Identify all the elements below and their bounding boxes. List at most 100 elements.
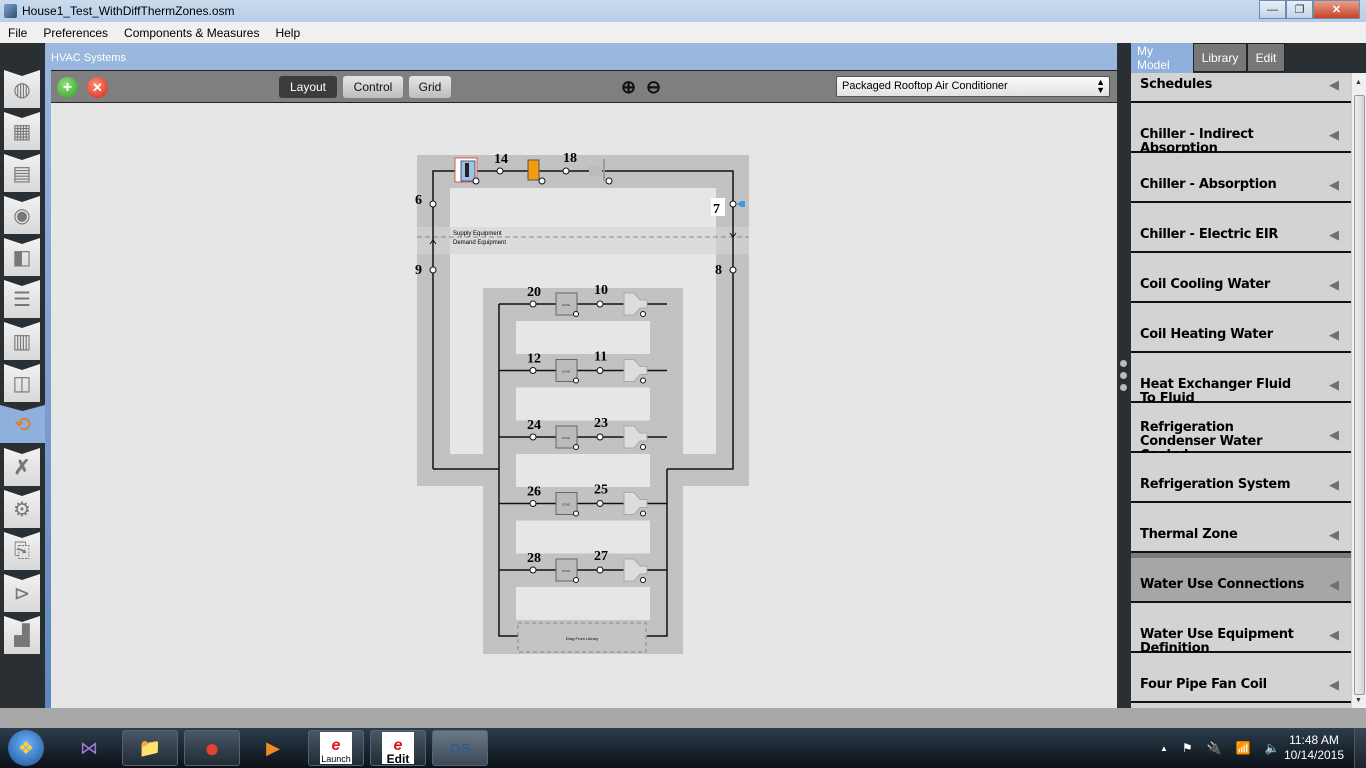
add-system-button[interactable]: + (57, 77, 78, 98)
system-select[interactable]: Packaged Rooftop Air Conditioner ▲ ▼ (836, 76, 1110, 97)
nav-variables[interactable]: ✗ (4, 448, 40, 486)
library-item[interactable]: Heat Exchanger Fluid To Fluid ◀ (1131, 353, 1351, 406)
node-27[interactable] (596, 566, 604, 574)
restore-button[interactable]: ❐ (1286, 0, 1313, 19)
system-clock[interactable]: 11:48 AM 10/14/2015 (1282, 733, 1346, 763)
library-item[interactable]: Coil Cooling Water ◀ (1131, 253, 1351, 303)
node-10[interactable] (596, 300, 604, 308)
nav-space-types[interactable]: ◧ (4, 238, 40, 276)
taskbar-openstudio[interactable]: OS (432, 730, 488, 766)
expand-arrow-icon[interactable]: ◀ (1329, 277, 1339, 293)
library-item[interactable]: Four Pipe Fan Coil ◀ (1131, 653, 1351, 703)
layout-view-button[interactable]: Layout (279, 76, 337, 98)
expand-arrow-icon[interactable]: ◀ (1329, 77, 1339, 93)
expand-arrow-icon[interactable]: ◀ (1329, 227, 1339, 243)
node-8[interactable] (729, 266, 737, 274)
expand-arrow-icon[interactable]: ◀ (1329, 327, 1339, 343)
remove-component-icon[interactable] (573, 377, 579, 384)
grid-view-button[interactable]: Grid (409, 76, 451, 98)
node-14[interactable] (496, 167, 504, 175)
library-item[interactable]: Chiller - Indirect Absorption ◀ (1131, 103, 1351, 156)
node-25[interactable] (596, 500, 604, 507)
expand-arrow-icon[interactable]: ◀ (1329, 527, 1339, 543)
remove-component-icon[interactable] (573, 311, 579, 317)
nav-hvac-systems[interactable]: ⟲ (0, 405, 45, 443)
remove-component-icon[interactable] (640, 577, 646, 583)
scroll-up-icon[interactable]: ▲ (1355, 79, 1362, 86)
scroll-down-icon[interactable]: ▼ (1355, 697, 1362, 704)
remove-component-icon[interactable] (573, 577, 579, 583)
close-button[interactable]: ✕ (1313, 0, 1360, 19)
heating-coil-icon[interactable] (527, 159, 540, 181)
node-6[interactable] (429, 200, 437, 208)
show-hidden-icons-button[interactable]: ▲ (1160, 744, 1168, 753)
nav-loads[interactable]: ◉ (4, 196, 40, 234)
remove-component-icon[interactable] (472, 177, 480, 185)
nav-geometry[interactable]: ☰ (4, 280, 40, 318)
expand-arrow-icon[interactable]: ◀ (1329, 127, 1339, 143)
taskbar-file-explorer[interactable]: 📁 (122, 730, 178, 766)
tab-edit[interactable]: Edit (1247, 43, 1285, 72)
vertical-scrollbar[interactable]: ▲ ▼ (1351, 73, 1366, 708)
outdoor-air-system-icon[interactable] (589, 166, 602, 176)
control-view-button[interactable]: Control (343, 76, 403, 98)
remove-component-icon[interactable] (640, 510, 646, 517)
node-20[interactable] (529, 300, 537, 308)
power-icon[interactable]: 🔌 (1207, 741, 1222, 755)
library-item[interactable]: Refrigeration System ◀ (1131, 453, 1351, 503)
expand-arrow-icon[interactable]: ◀ (1329, 427, 1339, 443)
library-item[interactable]: Water Use Equipment Definition ◀ (1131, 603, 1351, 656)
remove-component-icon[interactable] (573, 444, 579, 450)
taskbar-ep-launch[interactable]: e Launch (308, 730, 364, 766)
taskbar-media-player[interactable]: ▶ (245, 730, 301, 766)
node-24[interactable] (529, 433, 537, 441)
zoom-out-icon[interactable]: ⊖ (646, 77, 661, 98)
menu-file[interactable]: File (0, 26, 35, 40)
network-signal-icon[interactable]: 📶 (1236, 741, 1251, 755)
node-11[interactable] (596, 367, 604, 374)
library-item[interactable]: Coil Heating Water ◀ (1131, 303, 1351, 353)
node-12[interactable] (529, 367, 537, 374)
remove-component-icon[interactable] (605, 177, 613, 185)
menu-components-measures[interactable]: Components & Measures (116, 26, 267, 40)
remove-system-button[interactable]: ✕ (87, 77, 108, 98)
nav-site[interactable]: ◍ (4, 70, 40, 108)
library-item[interactable]: Schedules ◀ (1131, 73, 1351, 103)
expand-arrow-icon[interactable]: ◀ (1329, 477, 1339, 493)
node-23[interactable] (596, 433, 604, 441)
nav-constructions[interactable]: ▤ (4, 154, 40, 192)
nav-measures[interactable]: ⎘ (4, 532, 40, 570)
nav-results[interactable]: ▟ (4, 616, 40, 654)
remove-component-icon[interactable] (538, 177, 546, 185)
taskbar-ep-edit[interactable]: e Edit (370, 730, 426, 766)
action-center-flag-icon[interactable]: ⚑ (1182, 741, 1193, 755)
nav-run[interactable]: ⊳ (4, 574, 40, 612)
remove-component-icon[interactable] (640, 444, 646, 450)
hvac-canvas[interactable]: Supply Equipment Demand Equipment 14 18 (51, 103, 1117, 708)
menu-preferences[interactable]: Preferences (35, 26, 116, 40)
node-7[interactable] (729, 200, 737, 208)
tab-my-model[interactable]: My Model (1131, 43, 1193, 73)
nav-facility[interactable]: ▥ (4, 322, 40, 360)
nav-schedules[interactable]: ▦ (4, 112, 40, 150)
taskbar-visual-studio[interactable]: ⋈ (61, 730, 117, 766)
scrollbar-thumb[interactable] (1354, 95, 1365, 695)
expand-arrow-icon[interactable]: ◀ (1329, 677, 1339, 693)
volume-icon[interactable]: 🔈 (1265, 741, 1280, 755)
nav-spaces[interactable]: ◫ (4, 364, 40, 402)
remove-component-icon[interactable] (573, 510, 579, 517)
library-item[interactable]: Chiller - Electric EIR ◀ (1131, 203, 1351, 253)
minimize-button[interactable]: — (1259, 0, 1286, 19)
node-28[interactable] (529, 566, 537, 574)
start-button[interactable]: ❖ (8, 730, 44, 766)
remove-component-icon[interactable] (640, 377, 646, 384)
remove-component-icon[interactable] (640, 311, 646, 317)
pane-splitter-grip[interactable] (1120, 360, 1128, 396)
expand-arrow-icon[interactable]: ◀ (1329, 377, 1339, 393)
zoom-in-icon[interactable]: ⊕ (621, 77, 636, 98)
expand-arrow-icon[interactable]: ◀ (1329, 627, 1339, 643)
expand-arrow-icon[interactable]: ◀ (1329, 577, 1339, 593)
library-item[interactable]: Refrigeration Condenser Water Cooled◀ (1131, 403, 1351, 463)
expand-arrow-icon[interactable]: ◀ (1329, 177, 1339, 193)
library-item[interactable]: Chiller - Absorption ◀ (1131, 153, 1351, 203)
